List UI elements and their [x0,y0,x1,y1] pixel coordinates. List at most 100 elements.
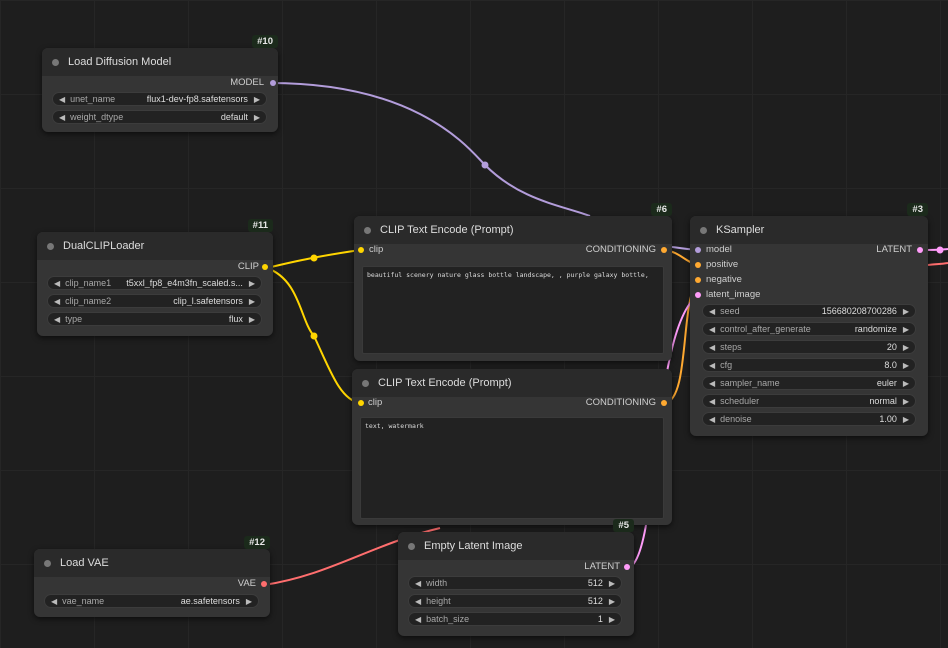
decrement-arrow-icon[interactable]: ◀ [54,279,60,288]
clip-type-widget[interactable]: ◀ type flux ▶ [47,312,262,326]
output-slot-clip[interactable]: CLIP [238,260,259,274]
decrement-arrow-icon[interactable]: ◀ [415,597,421,606]
decrement-arrow-icon[interactable]: ◀ [59,113,65,122]
increment-arrow-icon[interactable]: ▶ [609,597,615,606]
clip-input-dot-icon[interactable] [358,247,364,253]
empty-latent-image-node[interactable]: #5 Empty Latent Image LATENT ◀ width 512 ▶ … [398,519,634,636]
prompt-textarea[interactable]: text, watermark [360,417,664,519]
clip-name1-widget[interactable]: ◀ clip_name1 t5xxl_fp8_e4m3fn_scaled.s... ▶ [47,276,262,290]
conditioning-output-dot-icon[interactable] [661,247,667,253]
weight-dtype-widget[interactable]: ◀ weight_dtype default ▶ [52,110,267,124]
collapse-dot-icon[interactable] [700,226,707,234]
increment-arrow-icon[interactable]: ▶ [903,307,909,316]
collapse-dot-icon[interactable] [408,542,415,550]
clip-input-dot-icon[interactable] [358,400,364,406]
widget-label: clip_name1 [65,278,112,288]
collapse-dot-icon[interactable] [47,242,54,250]
decrement-arrow-icon[interactable]: ◀ [709,343,715,352]
decrement-arrow-icon[interactable]: ◀ [709,415,715,424]
increment-arrow-icon[interactable]: ▶ [254,113,260,122]
model-input-dot-icon[interactable] [695,247,701,253]
denoise-widget[interactable]: ◀ denoise 1.00 ▶ [702,412,916,426]
sampler-name-widget[interactable]: ◀ sampler_name euler ▶ [702,376,916,390]
increment-arrow-icon[interactable]: ▶ [249,297,255,306]
output-slot-latent[interactable]: LATENT [584,560,620,574]
output-slot-latent[interactable]: LATENT [876,243,912,257]
increment-arrow-icon[interactable]: ▶ [609,579,615,588]
control-after-generate-widget[interactable]: ◀ control_after_generate randomize ▶ [702,322,916,336]
vae-output-dot-icon[interactable] [261,581,267,587]
node-title-bar[interactable]: Empty Latent Image [398,532,634,560]
node-title-bar[interactable]: CLIP Text Encode (Prompt) [354,216,672,244]
decrement-arrow-icon[interactable]: ◀ [709,325,715,334]
output-slot-model[interactable]: MODEL [230,76,264,90]
increment-arrow-icon[interactable]: ▶ [254,95,260,104]
steps-widget[interactable]: ◀ steps 20 ▶ [702,340,916,354]
decrement-arrow-icon[interactable]: ◀ [415,615,421,624]
unet-name-widget[interactable]: ◀ unet_name flux1-dev-fp8.safetensors ▶ [52,92,267,106]
scheduler-widget[interactable]: ◀ scheduler normal ▶ [702,394,916,408]
increment-arrow-icon[interactable]: ▶ [903,325,909,334]
decrement-arrow-icon[interactable]: ◀ [51,597,57,606]
ksampler-node[interactable]: #3 KSampler model positive negative late… [690,203,928,436]
input-slot-clip[interactable]: clip [368,396,382,410]
dual-clip-loader-node[interactable]: #11 DualCLIPLoader CLIP ◀ clip_name1 t5xxl… [37,219,273,336]
clip-output-dot-icon[interactable] [262,264,268,270]
node-title-bar[interactable]: KSampler [690,216,928,244]
increment-arrow-icon[interactable]: ▶ [903,415,909,424]
node-title-bar[interactable]: Load VAE [34,549,270,577]
model-output-dot-icon[interactable] [270,80,276,86]
positive-input-dot-icon[interactable] [695,262,701,268]
decrement-arrow-icon[interactable]: ◀ [709,397,715,406]
load-diffusion-model-node[interactable]: #10 Load Diffusion Model MODEL ◀ unet_nam… [42,35,278,132]
decrement-arrow-icon[interactable]: ◀ [54,297,60,306]
vae-name-widget[interactable]: ◀ vae_name ae.safetensors ▶ [44,594,259,608]
input-slot-model[interactable]: model [706,243,732,257]
output-slot-conditioning[interactable]: CONDITIONING [586,243,656,257]
decrement-arrow-icon[interactable]: ◀ [59,95,65,104]
clip-text-encode-positive-node[interactable]: #6 CLIP Text Encode (Prompt) clip CONDIT… [354,203,672,361]
load-vae-node[interactable]: #12 Load VAE VAE ◀ vae_name ae.safetensors… [34,536,270,617]
increment-arrow-icon[interactable]: ▶ [609,615,615,624]
increment-arrow-icon[interactable]: ▶ [903,343,909,352]
decrement-arrow-icon[interactable]: ◀ [415,579,421,588]
decrement-arrow-icon[interactable]: ◀ [709,361,715,370]
input-slot-positive[interactable]: positive [706,258,738,272]
latent-input-dot-icon[interactable] [695,292,701,298]
height-widget[interactable]: ◀ height 512 ▶ [408,594,622,608]
increment-arrow-icon[interactable]: ▶ [903,397,909,406]
input-slot-latent-image[interactable]: latent_image [706,288,760,302]
collapse-dot-icon[interactable] [44,559,51,567]
widget-label: width [426,578,448,588]
collapse-dot-icon[interactable] [52,58,59,66]
seed-widget[interactable]: ◀ seed 156680208700286 ▶ [702,304,916,318]
negative-input-dot-icon[interactable] [695,277,701,283]
node-title-bar[interactable]: Load Diffusion Model [42,48,278,76]
node-title-bar[interactable]: CLIP Text Encode (Prompt) [352,369,672,397]
widget-value: randomize [854,324,897,334]
output-slot-vae[interactable]: VAE [238,577,256,591]
latent-output-dot-icon[interactable] [917,247,923,253]
increment-arrow-icon[interactable]: ▶ [249,279,255,288]
decrement-arrow-icon[interactable]: ◀ [709,307,715,316]
increment-arrow-icon[interactable]: ▶ [246,597,252,606]
conditioning-output-dot-icon[interactable] [661,400,667,406]
collapse-dot-icon[interactable] [364,226,371,234]
node-title-bar[interactable]: DualCLIPLoader [37,232,273,260]
clip-name2-widget[interactable]: ◀ clip_name2 clip_l.safetensors ▶ [47,294,262,308]
clip-text-encode-negative-node[interactable]: CLIP Text Encode (Prompt) clip CONDITION… [352,369,672,525]
width-widget[interactable]: ◀ width 512 ▶ [408,576,622,590]
increment-arrow-icon[interactable]: ▶ [903,361,909,370]
latent-output-dot-icon[interactable] [624,564,630,570]
prompt-textarea[interactable]: beautiful scenery nature glass bottle la… [362,266,664,354]
batch-size-widget[interactable]: ◀ batch_size 1 ▶ [408,612,622,626]
input-slot-clip[interactable]: clip [369,243,383,257]
input-slot-negative[interactable]: negative [706,273,742,287]
collapse-dot-icon[interactable] [362,379,369,387]
decrement-arrow-icon[interactable]: ◀ [709,379,715,388]
cfg-widget[interactable]: ◀ cfg 8.0 ▶ [702,358,916,372]
increment-arrow-icon[interactable]: ▶ [249,315,255,324]
increment-arrow-icon[interactable]: ▶ [903,379,909,388]
decrement-arrow-icon[interactable]: ◀ [54,315,60,324]
output-slot-conditioning[interactable]: CONDITIONING [586,396,656,410]
